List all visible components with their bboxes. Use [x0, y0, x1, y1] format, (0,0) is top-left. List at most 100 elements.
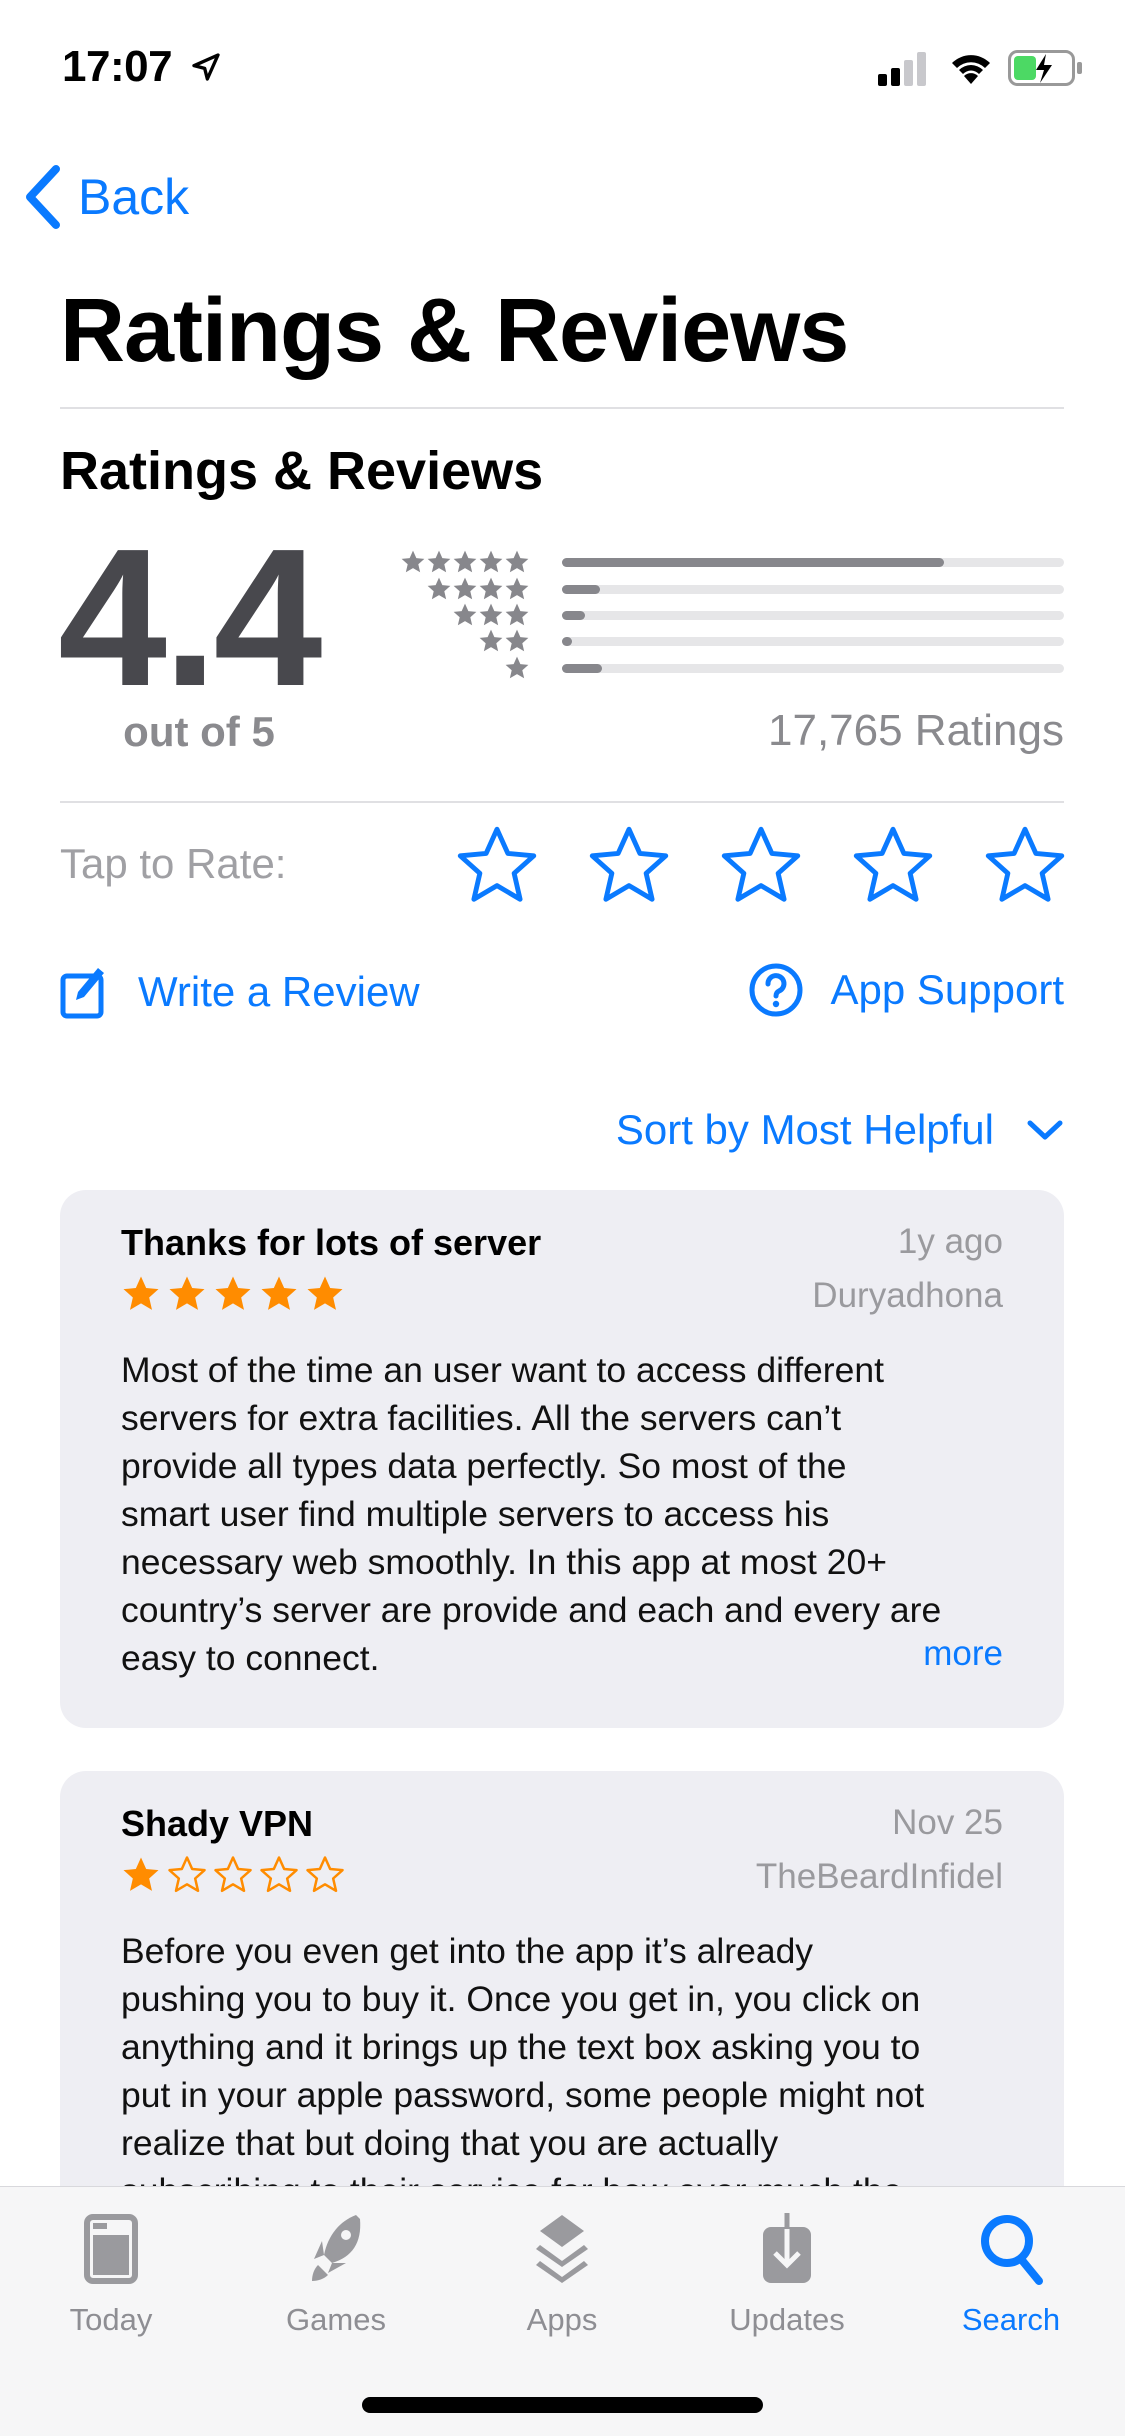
write-review-button[interactable]: Write a Review [60, 964, 420, 1020]
compose-icon [60, 968, 104, 1019]
review-body: Before you even get into the app it’s al… [121, 1927, 1014, 2215]
status-time: 17:07 [62, 42, 222, 92]
star-label [380, 655, 530, 681]
star-icon [401, 550, 425, 573]
tab-search[interactable]: Search [931, 2209, 1091, 2338]
distribution-row-2 [380, 628, 1064, 654]
star-icon [505, 656, 529, 679]
back-label: Back [78, 169, 190, 225]
layers-icon [536, 2215, 588, 2283]
distribution-bar-fill [562, 663, 603, 673]
star-icon [505, 577, 529, 600]
star-label [380, 628, 530, 654]
question-circle-icon [749, 963, 803, 1017]
star-icon [505, 603, 529, 626]
tab-updates[interactable]: Updates [707, 2209, 867, 2338]
download-icon [763, 2213, 811, 2283]
star-icon [505, 629, 529, 652]
review-line: Before you even get into the app it’s al… [121, 1931, 814, 1971]
sort-dropdown[interactable]: Sort by Most Helpful [616, 1106, 1064, 1154]
star-icon [479, 603, 503, 626]
rocket-icon [312, 2215, 361, 2281]
star-empty-icon [306, 1856, 344, 1893]
tab-games[interactable]: Games [256, 2209, 416, 2338]
distribution-row-1 [380, 655, 1064, 681]
star-icon [427, 550, 451, 573]
star-icon [505, 550, 529, 573]
review-line: easy to connect. [121, 1638, 380, 1678]
review-line: Most of the time an user want to access … [121, 1350, 884, 1390]
star-label [380, 576, 530, 602]
review-line: realize that but doing that you are actu… [121, 2123, 779, 2163]
distribution-bar [562, 610, 1064, 620]
distribution-bar-fill [562, 610, 585, 620]
more-link[interactable]: more [923, 1634, 1003, 1674]
star-filled-icon [261, 1276, 297, 1310]
ratings-count: 17,765 Ratings [768, 706, 1064, 755]
section-title: Ratings & Reviews [60, 441, 544, 501]
review-line: pushing you to buy it. Once you get in, … [121, 1979, 921, 2019]
rate-star-1[interactable] [455, 824, 539, 908]
divider [60, 801, 1064, 803]
rate-star-3[interactable] [719, 824, 803, 908]
review-date: 1y ago [897, 1222, 1003, 1261]
distribution-row-4 [380, 576, 1064, 602]
distribution-bar-fill [562, 636, 573, 646]
distribution-bar [562, 584, 1064, 594]
star-filled-icon [307, 1276, 343, 1310]
distribution-bar [562, 636, 1064, 646]
star-filled-icon [215, 1276, 251, 1310]
star-icon [479, 577, 503, 600]
star-empty-icon [168, 1856, 206, 1893]
star-icon [479, 550, 503, 573]
rate-star-5[interactable] [983, 824, 1067, 908]
review-title: Thanks for lots of server [121, 1222, 542, 1263]
review-line: anything and it brings up the text box a… [121, 2027, 921, 2067]
back-button[interactable]: Back [24, 165, 189, 229]
tap-to-rate-label: Tap to Rate: [60, 840, 287, 887]
distribution-bar-fill [562, 584, 600, 594]
star-icon [427, 577, 451, 600]
distribution-bar [562, 557, 1064, 567]
location-arrow-icon [192, 53, 220, 81]
star-icon [479, 629, 503, 652]
review-stars [121, 1855, 345, 1895]
rate-star-2[interactable] [587, 824, 671, 908]
home-indicator[interactable] [362, 2397, 763, 2413]
star-icon [453, 603, 477, 626]
battery-charging-icon [1008, 50, 1082, 86]
star-filled-icon [123, 1857, 159, 1891]
star-icon [453, 577, 477, 600]
star-filled-icon [123, 1276, 159, 1310]
search-icon [981, 2215, 1043, 2285]
review-line: necessary web smoothly. In this app at m… [121, 1542, 887, 1582]
review-line: provide all types data perfectly. So mos… [121, 1446, 847, 1486]
cellular-signal-icon [878, 52, 926, 86]
review-body: Most of the time an user want to access … [121, 1346, 1014, 1682]
review-line: put in your apple password, some people … [121, 2075, 925, 2115]
rate-star-4[interactable] [851, 824, 935, 908]
distribution-bar-fill [562, 557, 944, 567]
review-date: Nov 25 [892, 1803, 1003, 1842]
distribution-bar [562, 663, 1064, 673]
page-title: Ratings & Reviews [60, 281, 849, 381]
review-card[interactable]: Thanks for lots of server 1y ago Duryadh… [60, 1190, 1064, 1728]
star-label [380, 602, 530, 628]
review-author: Duryadhona [812, 1276, 1003, 1315]
app-support-label: App Support [830, 966, 1064, 1013]
review-stars [121, 1274, 345, 1314]
today-icon [84, 2214, 138, 2284]
app-support-button[interactable]: App Support [748, 962, 1064, 1018]
star-empty-icon [260, 1856, 298, 1893]
write-review-label: Write a Review [138, 968, 420, 1015]
review-line: servers for extra facilities. All the se… [121, 1398, 842, 1438]
distribution-row-5 [380, 549, 1064, 575]
wifi-icon [952, 55, 990, 84]
tab-apps[interactable]: Apps [482, 2209, 642, 2338]
tab-today[interactable]: Today [31, 2209, 191, 2338]
star-icon [453, 550, 477, 573]
review-title: Shady VPN [121, 1803, 314, 1844]
divider [60, 407, 1064, 409]
review-line: smart user find multiple servers to acce… [121, 1494, 830, 1534]
distribution-row-3 [380, 602, 1064, 628]
